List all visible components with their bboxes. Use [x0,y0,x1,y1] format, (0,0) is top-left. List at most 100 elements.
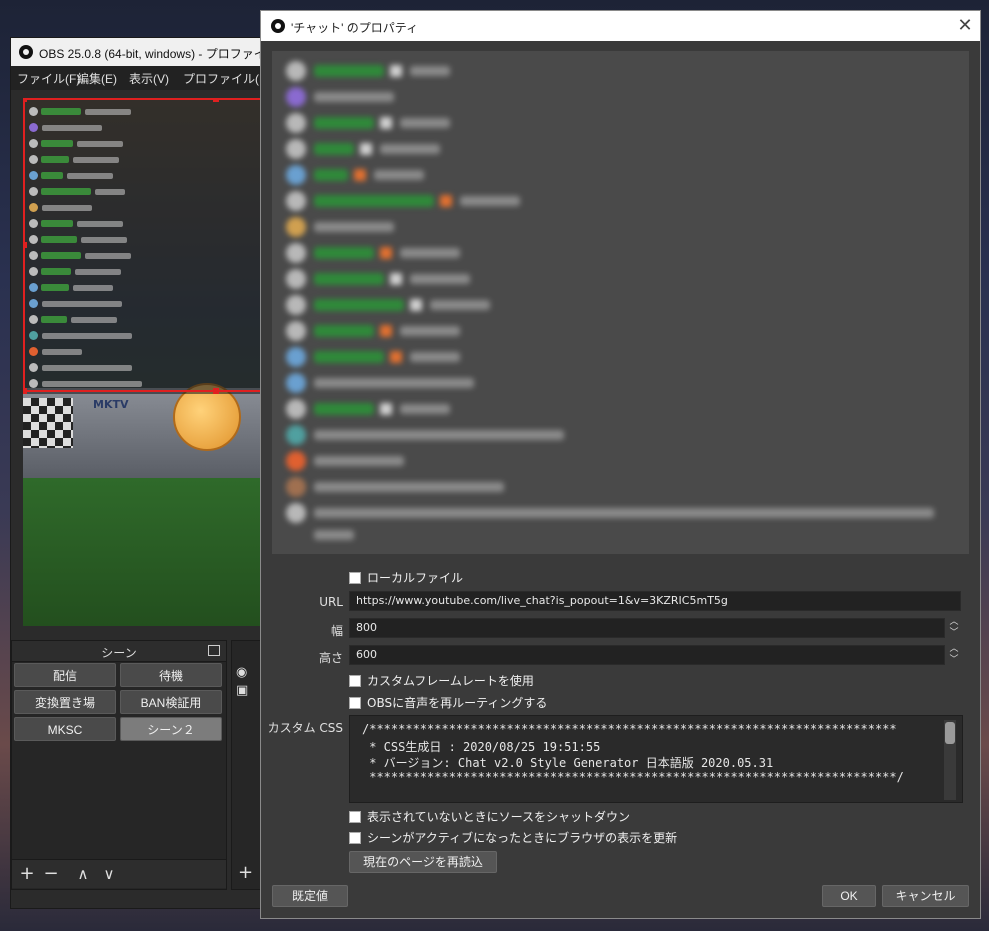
move-scene-up-icon[interactable]: ∧ [72,865,94,883]
browser-source-preview [272,51,969,554]
url-label: URL [319,595,343,609]
chat-line [29,312,179,324]
selection-handle[interactable] [23,98,27,102]
properties-dialog: 'チャット' のプロパティ ✕ ローカルファイル URL https://www… [260,10,981,919]
width-label: 幅 [330,624,343,638]
css-line: /***************************************… [362,722,897,736]
url-input[interactable]: https://www.youtube.com/live_chat?is_pop… [349,591,961,611]
chat-line [29,216,179,228]
custom-css-label: カスタム CSS [267,721,343,735]
selection-border-bottom [23,390,271,392]
chat-line [29,376,179,388]
dialog-title: 'チャット' のプロパティ [291,21,419,35]
reroute-audio-label: OBSに音声を再ルーティングする [367,696,548,710]
dock-float-icon[interactable] [208,645,220,656]
chat-line [29,168,179,180]
blurred-chat-row [286,425,564,445]
css-line: * CSS生成日 : 2020/08/25 19:51:55 [362,740,601,754]
blurred-chat-row [286,503,934,523]
blurred-chat-row [286,399,450,419]
width-spin-arrows[interactable]: ︿ ﹀ [947,617,961,639]
custom-framerate-label: カスタムフレームレートを使用 [367,674,534,688]
close-icon[interactable]: ✕ [955,15,975,36]
scenes-toolbar: + − ∧ ∨ [12,859,226,888]
chat-source-overlay[interactable] [23,98,271,394]
blurred-chat-row [286,243,460,263]
checkbox-box[interactable] [349,674,361,687]
scenes-title: シーン [101,646,137,660]
obs-logo-icon [19,45,33,59]
blurred-chat-row [286,525,354,545]
chevron-up-icon[interactable]: ︿ [947,617,961,628]
blurred-chat-row [286,87,394,107]
shutdown-source-checkbox[interactable]: 表示されていないときにソースをシャットダウン [349,808,630,824]
blurred-chat-row [286,139,440,159]
chevron-down-icon[interactable]: ﹀ [947,628,961,639]
menu-profile[interactable]: プロファイル(P) [183,70,271,87]
chevron-down-icon[interactable]: ﹀ [947,655,961,666]
chat-line [29,184,179,196]
selection-handle[interactable] [23,242,27,248]
chat-line [29,232,179,244]
css-scrollbar[interactable] [944,720,956,800]
blurred-chat-row [286,373,474,393]
custom-css-textarea[interactable]: /***************************************… [349,715,963,803]
preview-floor [23,478,271,626]
scene-button-mksc[interactable]: MKSC [14,717,116,741]
scene-button-taiki[interactable]: 待機 [120,663,222,687]
scene-button-scene2[interactable]: シーン２ [120,717,222,741]
checkbox-box[interactable] [349,571,361,584]
custom-framerate-checkbox[interactable]: カスタムフレームレートを使用 [349,672,534,688]
browser-source-globe-icon: ◉ [236,665,248,680]
ok-button[interactable]: OK [822,885,876,907]
reload-page-button[interactable]: 現在のページを再読込 [349,851,497,873]
dialog-titlebar: 'チャット' のプロパティ ✕ [261,11,980,41]
refresh-browser-checkbox[interactable]: シーンがアクティブになったときにブラウザの表示を更新 [349,829,677,845]
add-scene-icon[interactable]: + [16,863,38,884]
chat-line [29,280,179,292]
checkbox-box[interactable] [349,831,361,844]
add-source-icon[interactable]: + [238,862,253,883]
menu-view[interactable]: 表示(V) [129,70,169,87]
defaults-button[interactable]: 既定値 [272,885,348,907]
remove-scene-icon[interactable]: − [40,863,62,884]
selection-handle[interactable] [23,388,27,394]
width-spinbox[interactable]: 800 [349,618,945,638]
menu-edit[interactable]: 編集(E) [77,70,117,87]
checkbox-box[interactable] [349,696,361,709]
height-spinbox[interactable]: 600 [349,645,945,665]
chat-line [29,328,179,340]
obs-titlebar: OBS 25.0.8 (64-bit, windows) - プロファイル: [11,38,281,66]
chat-line [29,360,179,372]
chat-line [29,248,179,260]
local-file-checkbox[interactable]: ローカルファイル [349,569,463,585]
reroute-audio-checkbox[interactable]: OBSに音声を再ルーティングする [349,694,547,710]
preview-checker-flag [23,398,73,448]
obs-window-title: OBS 25.0.8 (64-bit, windows) - プロファイル: [39,47,282,61]
blurred-chat-row [286,269,470,289]
scene-preview[interactable]: MKTV [23,98,271,626]
selection-handle[interactable] [213,98,219,102]
scenes-header: シーン [12,641,226,662]
menu-file[interactable]: ファイル(F) [17,70,80,87]
scene-button-henkan[interactable]: 変換置き場 [14,690,116,714]
blurred-chat-row [286,191,520,211]
cancel-button[interactable]: キャンセル [882,885,969,907]
scene-button-haishin[interactable]: 配信 [14,663,116,687]
camera-source-icon: ▣ [236,683,249,698]
blurred-chat-row [286,451,404,471]
css-line: ****************************************… [362,770,904,784]
selection-handle[interactable] [213,388,219,394]
css-line: * バージョン: Chat v2.0 Style Generator 日本語版 … [362,756,774,770]
obs-main-window: OBS 25.0.8 (64-bit, windows) - プロファイル: フ… [10,37,281,909]
chevron-up-icon[interactable]: ︿ [947,644,961,655]
blurred-chat-row [286,217,394,237]
shutdown-source-label: 表示されていないときにソースをシャットダウン [367,810,631,824]
height-label: 高さ [318,651,343,665]
selection-border-top [23,98,271,100]
move-scene-down-icon[interactable]: ∨ [98,865,120,883]
height-spin-arrows[interactable]: ︿ ﹀ [947,644,961,666]
checkbox-box[interactable] [349,810,361,823]
scene-button-ban-test[interactable]: BAN検証用 [120,690,222,714]
css-scrollbar-thumb[interactable] [945,722,955,744]
